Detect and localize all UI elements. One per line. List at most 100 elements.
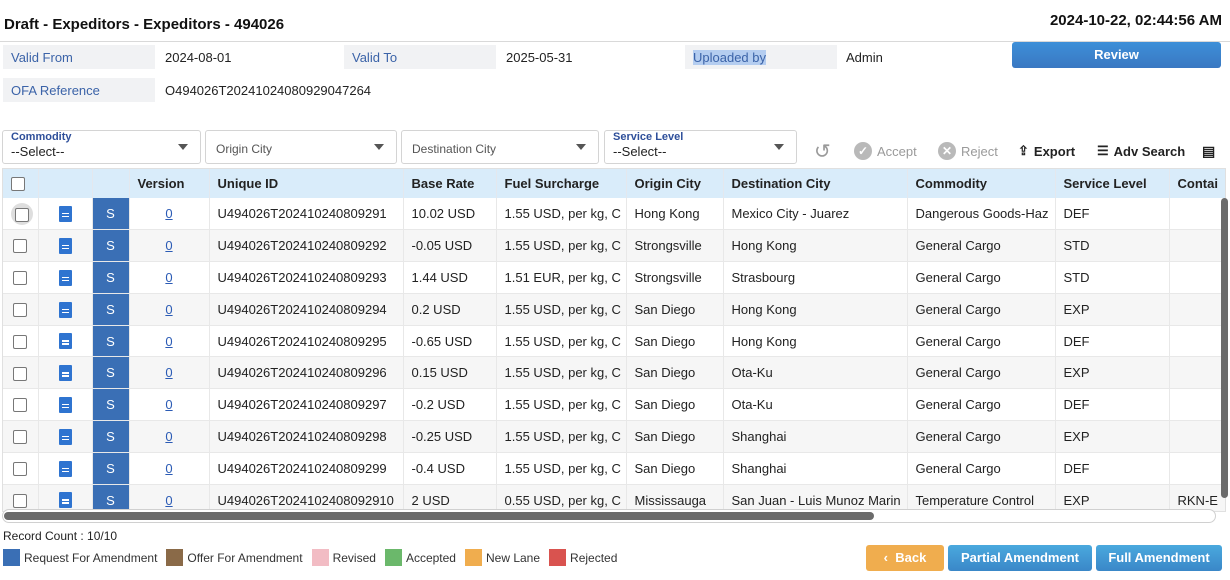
row-checkbox[interactable]: [13, 366, 28, 381]
table-row[interactable]: S 0 U494026T202410240809291 10.02 USD 1.55 U…: [3, 198, 1225, 231]
partial-amendment-button[interactable]: Partial Amendment: [948, 545, 1092, 571]
document-cell[interactable]: [38, 420, 93, 453]
commodity-select[interactable]: Commodity --Select--: [2, 130, 201, 164]
document-icon[interactable]: [58, 205, 72, 222]
vertical-scrollbar[interactable]: [1221, 198, 1228, 498]
col-header-container[interactable]: Contai: [1169, 169, 1225, 198]
row-checkbox[interactable]: [13, 493, 28, 508]
col-header-unique-id[interactable]: Unique ID: [209, 169, 404, 198]
row-checkbox-focus[interactable]: [11, 202, 33, 225]
version-link[interactable]: 0: [165, 206, 172, 221]
document-icon[interactable]: [58, 333, 72, 350]
version-link[interactable]: 0: [165, 238, 172, 253]
version-link[interactable]: 0: [165, 302, 172, 317]
document-icon[interactable]: [58, 301, 72, 318]
version-cell[interactable]: 0: [129, 388, 210, 422]
reject-button[interactable]: ✕ Reject: [938, 138, 998, 164]
version-cell[interactable]: 0: [129, 293, 210, 326]
document-cell[interactable]: [38, 229, 93, 263]
service-level-cell: EXP: [1055, 484, 1170, 511]
version-cell[interactable]: 0: [129, 229, 210, 263]
document-icon[interactable]: [58, 428, 72, 445]
column-settings-icon[interactable]: ▤: [1202, 138, 1215, 164]
row-select-cell[interactable]: [3, 229, 39, 263]
row-checkbox[interactable]: [15, 208, 29, 223]
row-select-cell[interactable]: [3, 356, 39, 390]
select-all-cell[interactable]: [3, 169, 39, 198]
status-cell: S: [92, 261, 130, 294]
export-button[interactable]: ⇪ Export: [1018, 138, 1075, 164]
table-row[interactable]: S 0 U494026T202410240809296 0.15 USD 1.55 US…: [3, 356, 1225, 390]
row-select-cell[interactable]: [3, 484, 39, 511]
row-select-cell[interactable]: [3, 325, 39, 358]
version-cell[interactable]: 0: [129, 261, 210, 294]
document-icon[interactable]: [58, 269, 72, 286]
version-cell[interactable]: 0: [129, 356, 210, 390]
row-select-cell[interactable]: [3, 198, 39, 231]
row-checkbox[interactable]: [13, 239, 28, 254]
version-link[interactable]: 0: [165, 429, 172, 444]
col-header-destination-city[interactable]: Destination City: [723, 169, 908, 198]
col-header-service-level[interactable]: Service Level: [1055, 169, 1170, 198]
back-button[interactable]: ‹ Back: [866, 545, 944, 571]
col-header-fuel-surcharge[interactable]: Fuel Surcharge: [496, 169, 627, 198]
table-row[interactable]: S 0 U494026T202410240809298 -0.25 USD 1.55 U…: [3, 420, 1225, 453]
table-row[interactable]: S 0 U494026T202410240809297 -0.2 USD 1.55 US…: [3, 388, 1225, 422]
version-cell[interactable]: 0: [129, 198, 210, 231]
document-icon[interactable]: [58, 237, 72, 254]
document-icon[interactable]: [58, 460, 72, 477]
table-row[interactable]: S 0 U494026T202410240809293 1.44 USD 1.51 EU…: [3, 261, 1225, 294]
document-cell[interactable]: [38, 261, 93, 294]
document-cell[interactable]: [38, 388, 93, 422]
document-icon[interactable]: [58, 396, 72, 413]
adv-search-button[interactable]: ☰ Adv Search: [1097, 138, 1185, 164]
version-link[interactable]: 0: [165, 493, 172, 508]
document-cell[interactable]: [38, 484, 93, 511]
table-row[interactable]: S 0 U494026T202410240809299 -0.4 USD 1.55 US…: [3, 452, 1225, 485]
version-cell[interactable]: 0: [129, 325, 210, 358]
row-select-cell[interactable]: [3, 452, 39, 485]
review-button[interactable]: Review: [1012, 42, 1221, 68]
row-select-cell[interactable]: [3, 293, 39, 326]
version-cell[interactable]: 0: [129, 484, 210, 511]
document-cell[interactable]: [38, 293, 93, 326]
accept-button[interactable]: ✓ Accept: [854, 138, 917, 164]
document-cell[interactable]: [38, 325, 93, 358]
version-link[interactable]: 0: [165, 365, 172, 380]
document-icon[interactable]: [58, 492, 72, 509]
table-row[interactable]: S 0 U494026T202410240809292 -0.05 USD 1.55 U…: [3, 229, 1225, 263]
reset-icon[interactable]: ↺: [814, 138, 831, 164]
row-checkbox[interactable]: [13, 334, 28, 349]
row-checkbox[interactable]: [13, 430, 28, 445]
version-link[interactable]: 0: [165, 270, 172, 285]
version-link[interactable]: 0: [165, 397, 172, 412]
table-row[interactable]: S 0 U494026T202410240809295 -0.65 USD 1.55 U…: [3, 325, 1225, 358]
version-cell[interactable]: 0: [129, 420, 210, 453]
horizontal-scrollbar-thumb[interactable]: [4, 512, 874, 520]
version-link[interactable]: 0: [165, 461, 172, 476]
row-checkbox[interactable]: [13, 303, 28, 318]
row-select-cell[interactable]: [3, 420, 39, 453]
col-header-commodity[interactable]: Commodity: [907, 169, 1056, 198]
full-amendment-button[interactable]: Full Amendment: [1096, 545, 1222, 571]
row-checkbox[interactable]: [13, 271, 28, 286]
col-header-origin-city[interactable]: Origin City: [626, 169, 724, 198]
version-link[interactable]: 0: [165, 334, 172, 349]
row-select-cell[interactable]: [3, 388, 39, 422]
document-cell[interactable]: [38, 356, 93, 390]
col-header-version[interactable]: Version: [129, 169, 210, 198]
select-all-checkbox[interactable]: [11, 177, 25, 192]
document-cell[interactable]: [38, 452, 93, 485]
row-checkbox[interactable]: [13, 398, 28, 413]
table-row[interactable]: S 0 U494026T202410240809294 0.2 USD 1.55 USD…: [3, 293, 1225, 326]
document-icon[interactable]: [58, 365, 72, 382]
row-select-cell[interactable]: [3, 261, 39, 294]
service-level-select[interactable]: Service Level --Select--: [604, 130, 797, 164]
destination-city-select[interactable]: Destination City: [401, 130, 599, 164]
origin-city-select[interactable]: Origin City: [205, 130, 397, 164]
document-cell[interactable]: [38, 198, 93, 231]
table-row[interactable]: S 0 U494026T2024102408092910 2 USD 0.55 USD,…: [3, 484, 1225, 511]
col-header-base-rate[interactable]: Base Rate: [403, 169, 497, 198]
row-checkbox[interactable]: [13, 462, 28, 477]
version-cell[interactable]: 0: [129, 452, 210, 485]
